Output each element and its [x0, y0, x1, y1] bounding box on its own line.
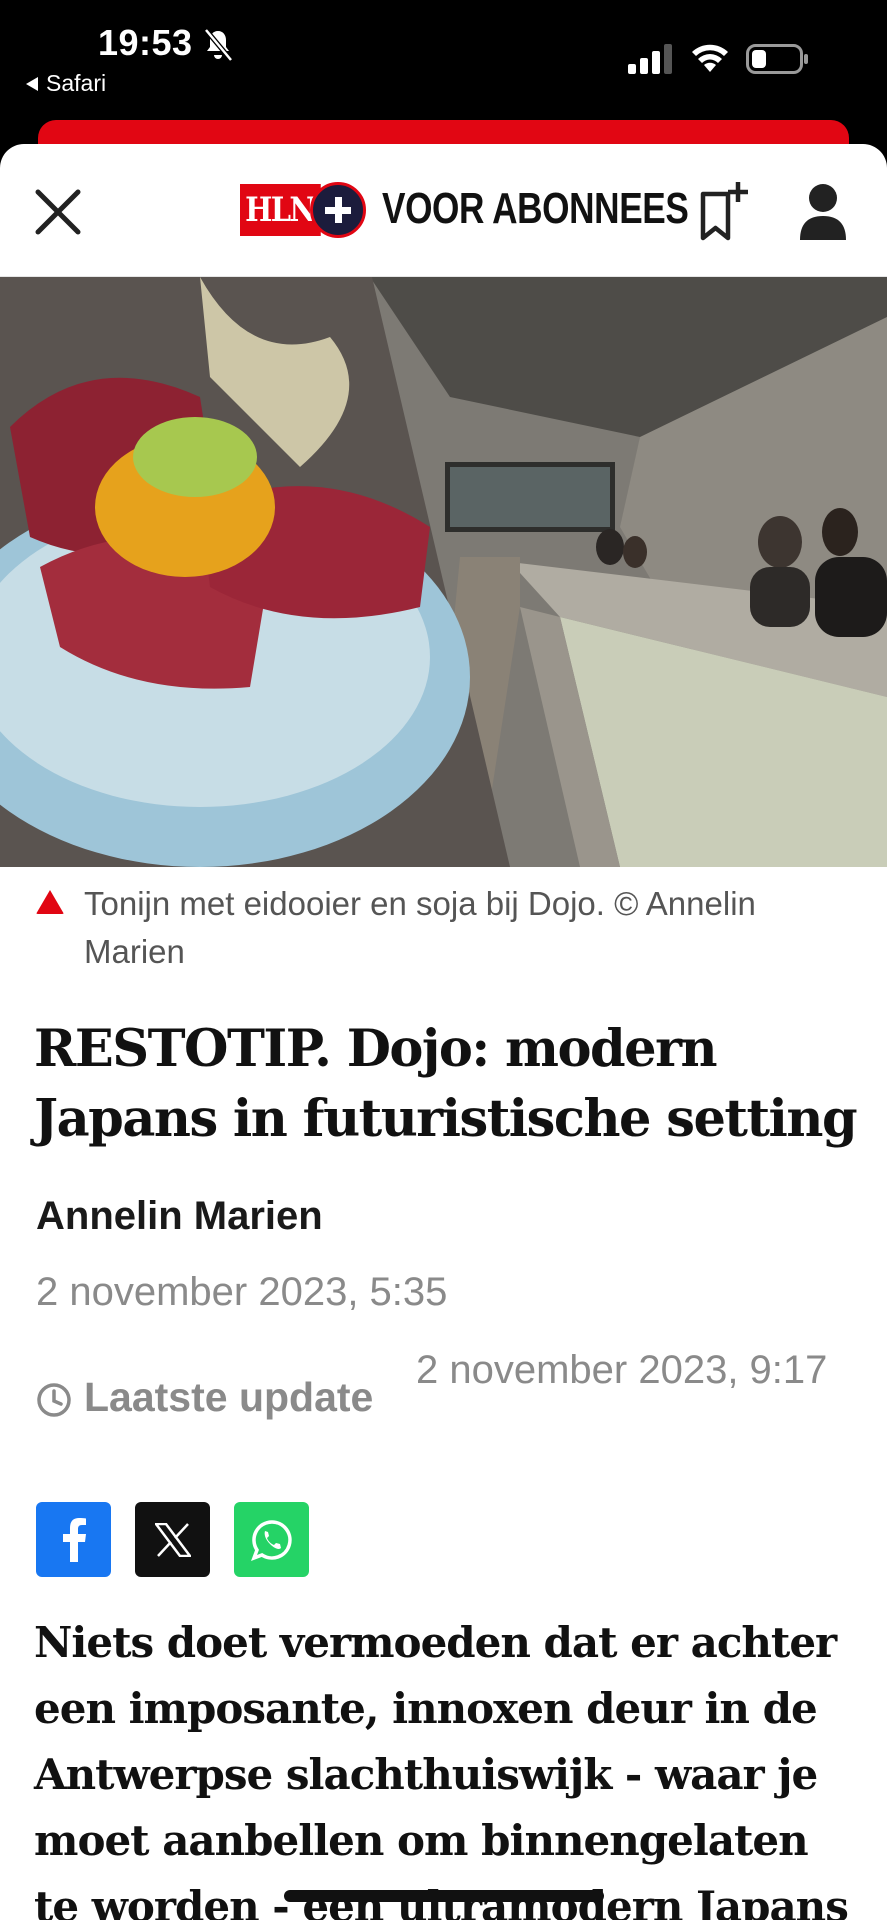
caption-triangle-icon	[36, 890, 64, 914]
account-icon[interactable]	[798, 182, 848, 242]
close-icon[interactable]	[30, 184, 86, 240]
back-app-label: Safari	[46, 70, 107, 96]
plus-badge-icon	[310, 182, 366, 238]
article-lead: Niets doet vermoeden dat er achter een i…	[34, 1618, 849, 1920]
last-update: Laatste update 2 november 2023, 9:17	[36, 1344, 856, 1454]
tuna-dish-image	[0, 277, 510, 867]
update-date: 2 november 2023, 9:17	[416, 1348, 828, 1392]
home-indicator[interactable]	[284, 1890, 604, 1902]
facebook-icon	[62, 1517, 86, 1562]
subscriber-label: VOOR ABONNEES	[382, 184, 689, 233]
back-arrow-icon	[26, 76, 38, 91]
hln-plus-logo: HLN	[240, 182, 366, 238]
share-buttons	[36, 1502, 309, 1577]
status-bar: 19:53 Safari	[0, 0, 887, 140]
bookmark-add-icon[interactable]	[698, 180, 750, 244]
wifi-icon	[692, 44, 728, 72]
hln-logo-text: HLN	[240, 184, 321, 236]
battery-icon	[746, 44, 808, 74]
caption-text: Tonijn met eidooier en soja bij Dojo. © …	[84, 885, 756, 970]
article-title: RESTOTIP. Dojo: modern Japans in futuris…	[34, 1019, 858, 1149]
silent-bell-icon	[204, 28, 233, 62]
whatsapp-share-button[interactable]	[234, 1502, 309, 1577]
article-header: HLN VOOR ABONNEES	[0, 144, 887, 277]
publish-date: 2 november 2023, 5:35	[36, 1270, 448, 1314]
cellular-signal-icon	[628, 44, 672, 74]
x-icon	[154, 1522, 191, 1557]
hero-image	[0, 277, 887, 867]
author-name[interactable]: Annelin Marien	[36, 1194, 323, 1239]
status-time: 19:53	[98, 22, 193, 63]
x-share-button[interactable]	[135, 1502, 210, 1577]
back-to-safari[interactable]: Safari	[26, 70, 106, 97]
article-sheet: HLN VOOR ABONNEES Tonijn met eidooier en…	[0, 144, 887, 1920]
clock-icon	[37, 1383, 71, 1417]
facebook-share-button[interactable]	[36, 1502, 111, 1577]
update-label: Laatste update	[84, 1374, 374, 1420]
whatsapp-icon	[250, 1519, 292, 1561]
